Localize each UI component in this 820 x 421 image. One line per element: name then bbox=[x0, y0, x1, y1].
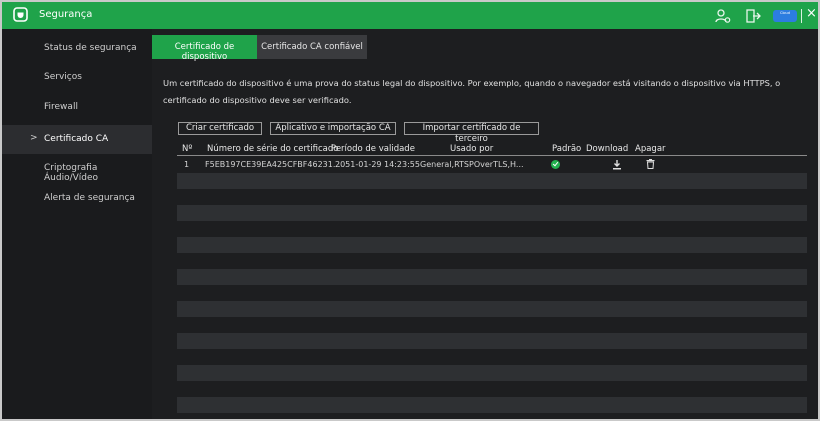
cell-used-by: General,RTSPOverTLS,H... bbox=[420, 160, 524, 169]
table-row[interactable]: 1 F5EB197CE39EA425CFBF46231... 2051-01-2… bbox=[177, 157, 807, 173]
sidebar-item-av-encryption[interactable]: Criptografia Áudio/Vídeo bbox=[2, 154, 152, 183]
cell-serial: F5EB197CE39EA425CFBF46231... bbox=[205, 160, 341, 169]
download-icon[interactable] bbox=[612, 159, 622, 170]
sidebar-item-status[interactable]: Status de segurança bbox=[2, 34, 152, 63]
certificate-table: Nº Número de série do certificado Períod… bbox=[177, 142, 807, 421]
column-header-no: Nº bbox=[182, 144, 193, 154]
main-content: Certificado de dispositivo Certificado C… bbox=[152, 29, 818, 419]
cloud-badge-label: Cloud bbox=[780, 11, 790, 15]
table-row-empty bbox=[177, 349, 807, 365]
sidebar-item-label: Certificado CA bbox=[44, 134, 109, 144]
sidebar-item-firewall[interactable]: Firewall bbox=[2, 93, 152, 122]
cell-validity: 2051-01-29 14:23:55 bbox=[335, 160, 420, 169]
title-separator bbox=[801, 9, 802, 23]
table-row-empty bbox=[177, 237, 807, 253]
table-row-empty bbox=[177, 301, 807, 317]
sidebar-item-label: Serviços bbox=[44, 72, 82, 82]
column-header-default: Padrão bbox=[552, 144, 582, 154]
table-row-empty bbox=[177, 221, 807, 237]
chevron-right-icon: > bbox=[30, 133, 38, 143]
trash-icon[interactable] bbox=[646, 159, 655, 169]
logout-icon[interactable] bbox=[745, 8, 761, 24]
column-header-delete: Apagar bbox=[635, 144, 666, 154]
import-third-party-button[interactable]: Importar certificado de terceiro bbox=[404, 122, 539, 144]
cloud-icon[interactable]: Cloud bbox=[773, 10, 797, 22]
window-title: Segurança bbox=[39, 9, 93, 20]
table-row-empty bbox=[177, 173, 807, 189]
sidebar-item-label: Alerta de segurança bbox=[44, 193, 135, 203]
column-header-used-by: Usado por bbox=[450, 144, 494, 154]
column-header-serial: Número de série do certificado bbox=[207, 144, 339, 154]
sidebar-item-services[interactable]: Serviços bbox=[2, 63, 152, 92]
table-row-empty bbox=[177, 397, 807, 413]
table-row-empty bbox=[177, 381, 807, 397]
description-text: Um certificado do dispositivo é uma prov… bbox=[163, 78, 781, 105]
table-row-empty bbox=[177, 269, 807, 285]
sidebar-item-security-alert[interactable]: Alerta de segurança bbox=[2, 184, 152, 213]
table-row-empty bbox=[177, 333, 807, 349]
tab-trusted-ca-certificate[interactable]: Certificado CA confiável bbox=[257, 35, 367, 59]
shield-icon bbox=[13, 7, 28, 22]
table-row-empty bbox=[177, 317, 807, 333]
table-row-empty bbox=[177, 205, 807, 221]
check-circle-icon bbox=[551, 160, 560, 169]
table-row-empty bbox=[177, 365, 807, 381]
column-header-download: Download bbox=[586, 144, 629, 154]
table-row-empty bbox=[177, 189, 807, 205]
create-certificate-button[interactable]: Criar certificado bbox=[178, 122, 262, 135]
sidebar-item-label: Criptografia Áudio/Vídeo bbox=[44, 163, 99, 183]
column-header-validity: Período de validade bbox=[331, 144, 415, 154]
user-settings-icon[interactable] bbox=[715, 8, 731, 24]
close-icon[interactable]: × bbox=[806, 7, 818, 21]
cell-no: 1 bbox=[184, 160, 190, 169]
tab-device-certificate[interactable]: Certificado de dispositivo bbox=[152, 35, 257, 62]
table-row-empty bbox=[177, 285, 807, 301]
import-ca-button[interactable]: Aplicativo e importação CA bbox=[270, 122, 396, 135]
sidebar-item-label: Firewall bbox=[44, 102, 78, 112]
title-bar: Segurança Cloud × bbox=[0, 0, 820, 29]
sidebar: Status de segurança Serviços Firewall > … bbox=[2, 29, 152, 419]
table-header: Nº Número de série do certificado Períod… bbox=[177, 142, 807, 156]
sidebar-item-ca-certificate[interactable]: > Certificado CA bbox=[2, 125, 152, 154]
sidebar-item-label: Status de segurança bbox=[44, 43, 137, 53]
table-row-empty bbox=[177, 253, 807, 269]
